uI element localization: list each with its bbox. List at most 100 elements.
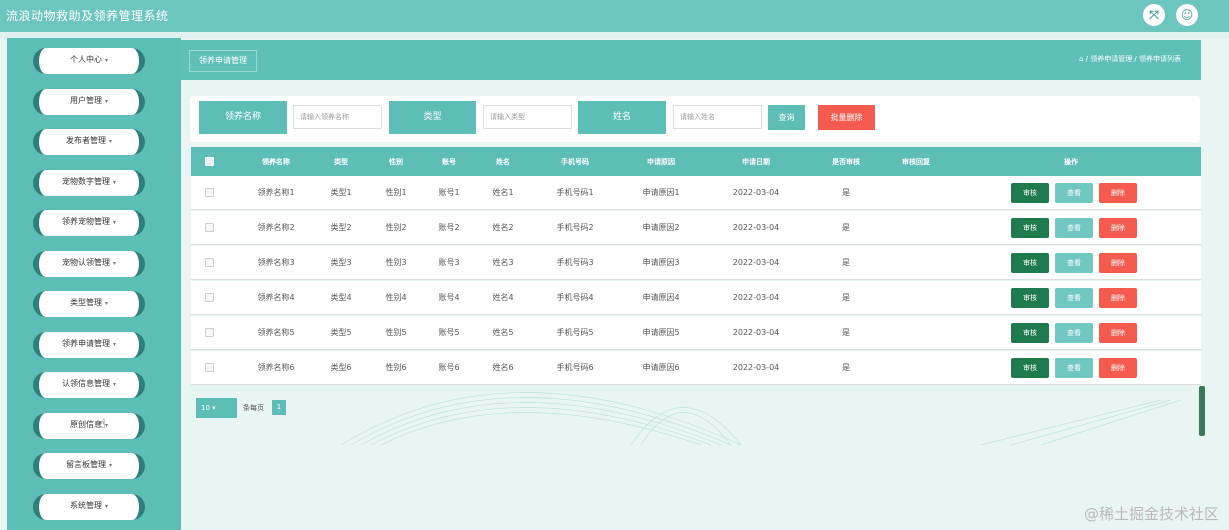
user-icon[interactable]: ☺	[1176, 4, 1198, 26]
select-all-checkbox[interactable]	[200, 147, 218, 176]
query-button[interactable]: 查询	[768, 105, 805, 130]
sidebar-item[interactable]: 个人中心 ▾	[33, 48, 145, 74]
col-reviewed[interactable]: 是否审核	[811, 147, 881, 176]
cell-name: 领养名称5	[257, 328, 295, 337]
cell-reason: 申请原因1	[642, 188, 680, 197]
audit-button[interactable]: 审核	[1011, 183, 1049, 203]
tab-adoption-application[interactable]: 领养申请管理	[189, 50, 257, 72]
table-row: 领养名称4 类型4 性别4 账号4 姓名4 手机号码4 申请原因4 2022-03-04 是 审核…	[191, 281, 1201, 315]
delete-button[interactable]: 删除	[1099, 218, 1137, 238]
col-adopt-name[interactable]: 领养名称	[241, 147, 311, 176]
cell-phone: 手机号码5	[556, 328, 594, 337]
sidebar: 个人中心 ▾ 用户管理 ▾ 发布者管理 ▾ 宠物数字管理 ▾ 领养宠物管理 ▾ 宠物认领管理 ▾ 类型管…	[7, 38, 181, 530]
sidebar-item-label: 留言板管理	[65, 460, 106, 469]
chevron-down-icon: ▾	[108, 138, 112, 145]
sidebar-item[interactable]: 原创信息 ▾	[33, 412, 145, 439]
chevron-down-icon: ▾	[104, 502, 108, 510]
cell-date: 2022-03-04	[732, 328, 780, 337]
view-button[interactable]: 查看	[1055, 183, 1093, 203]
audit-button[interactable]: 审核	[1011, 218, 1049, 238]
sidebar-item[interactable]: 宠物数字管理 ▾	[33, 169, 145, 196]
sidebar-item[interactable]: 系统管理 ▾	[33, 493, 145, 520]
sidebar-item-label: 个人中心	[69, 55, 102, 64]
cell-person: 姓名5	[492, 328, 514, 337]
view-button[interactable]: 查看	[1055, 323, 1093, 343]
sidebar-item-label: 认领信息管理	[61, 379, 110, 388]
row-checkbox[interactable]	[200, 316, 218, 349]
audit-button[interactable]: 审核	[1011, 323, 1049, 343]
col-date[interactable]: 申请日期	[716, 147, 796, 176]
search-label-adopt-name: 领养名称	[199, 101, 287, 134]
cell-reviewed: 是	[842, 258, 850, 267]
delete-button[interactable]: 删除	[1099, 288, 1137, 308]
sidebar-item[interactable]: 发布者管理 ▾	[33, 129, 145, 155]
cell-person: 姓名1	[492, 188, 514, 197]
cell-account: 账号3	[438, 258, 460, 267]
fullscreen-icon[interactable]: ⤧	[1143, 4, 1165, 26]
view-button[interactable]: 查看	[1055, 253, 1093, 273]
cell-gender: 性别3	[385, 258, 407, 267]
cell-type: 类型1	[330, 188, 352, 197]
cell-type: 类型5	[330, 328, 352, 337]
sidebar-item[interactable]: 用户管理 ▾	[33, 88, 145, 115]
sidebar-item[interactable]: 领养申请管理 ▾	[33, 331, 145, 358]
delete-button[interactable]: 删除	[1099, 183, 1137, 203]
type-input[interactable]: 请输入类型	[483, 105, 572, 129]
delete-button[interactable]: 删除	[1099, 358, 1137, 378]
cell-reviewed: 是	[842, 328, 850, 337]
cell-name: 领养名称2	[257, 223, 295, 232]
col-name[interactable]: 姓名	[478, 147, 528, 176]
delete-button[interactable]: 删除	[1099, 323, 1137, 343]
cell-reason: 申请原因4	[642, 293, 680, 302]
col-account[interactable]: 账号	[424, 147, 474, 176]
sidebar-item[interactable]: 认领信息管理 ▾	[33, 372, 145, 398]
col-phone[interactable]: 手机号码	[541, 147, 609, 176]
cell-type: 类型2	[330, 223, 352, 232]
row-checkbox[interactable]	[200, 281, 218, 314]
delete-button[interactable]: 删除	[1099, 253, 1137, 273]
cell-account: 账号5	[438, 328, 460, 337]
col-type[interactable]: 类型	[316, 147, 366, 176]
search-bar: 领养名称 请输入领养名称 类型 请输入类型 姓名 请输入姓名 查询 批量删除	[190, 96, 1200, 142]
view-button[interactable]: 查看	[1055, 358, 1093, 378]
chevron-down-icon: ▾	[112, 381, 116, 388]
sidebar-item[interactable]: 宠物认领管理 ▾	[33, 250, 145, 277]
sidebar-item[interactable]: 领养宠物管理 ▾	[33, 210, 145, 236]
scrollbar-thumb[interactable]	[1199, 386, 1205, 436]
row-checkbox[interactable]	[200, 246, 218, 279]
cell-account: 账号4	[438, 293, 460, 302]
header-strip	[0, 32, 1229, 38]
cell-date: 2022-03-04	[732, 223, 780, 232]
chevron-down-icon: ▾	[108, 462, 112, 469]
adopt-name-input[interactable]: 请输入领养名称	[293, 105, 382, 129]
sidebar-item-label: 宠物数字管理	[61, 176, 110, 186]
view-button[interactable]: 查看	[1055, 218, 1093, 238]
chevron-down-icon: ▾	[112, 340, 116, 348]
cell-type: 类型4	[330, 293, 352, 302]
cell-gender: 性别1	[385, 188, 407, 197]
cell-reason: 申请原因5	[642, 328, 680, 337]
cell-account: 账号1	[438, 188, 460, 197]
cell-person: 姓名2	[492, 223, 514, 232]
row-checkbox[interactable]	[200, 176, 218, 209]
sidebar-item-label: 系统管理	[69, 500, 102, 510]
row-checkbox[interactable]	[200, 211, 218, 244]
cell-phone: 手机号码2	[556, 223, 594, 232]
audit-button[interactable]: 审核	[1011, 358, 1049, 378]
cell-name: 领养名称4	[257, 293, 295, 302]
audit-button[interactable]: 审核	[1011, 253, 1049, 273]
col-gender[interactable]: 性别	[371, 147, 421, 176]
audit-button[interactable]: 审核	[1011, 288, 1049, 308]
col-reply[interactable]: 审核回复	[881, 147, 951, 176]
view-button[interactable]: 查看	[1055, 288, 1093, 308]
batch-delete-button[interactable]: 批量删除	[818, 105, 875, 130]
cell-account: 账号2	[438, 223, 460, 232]
col-reason[interactable]: 申请原因	[627, 147, 695, 176]
top-bar: 流浪动物救助及领养管理系统 ⤧ ☺	[0, 0, 1229, 32]
name-input[interactable]: 请输入姓名	[673, 105, 762, 129]
sidebar-item[interactable]: 类型管理 ▾	[33, 291, 145, 317]
chevron-down-icon: ▾	[112, 219, 116, 226]
watermark: @稀土掘金技术社区	[1083, 505, 1219, 523]
sidebar-item-label: 发布者管理	[65, 136, 106, 145]
sidebar-item[interactable]: 留言板管理 ▾	[33, 453, 145, 479]
